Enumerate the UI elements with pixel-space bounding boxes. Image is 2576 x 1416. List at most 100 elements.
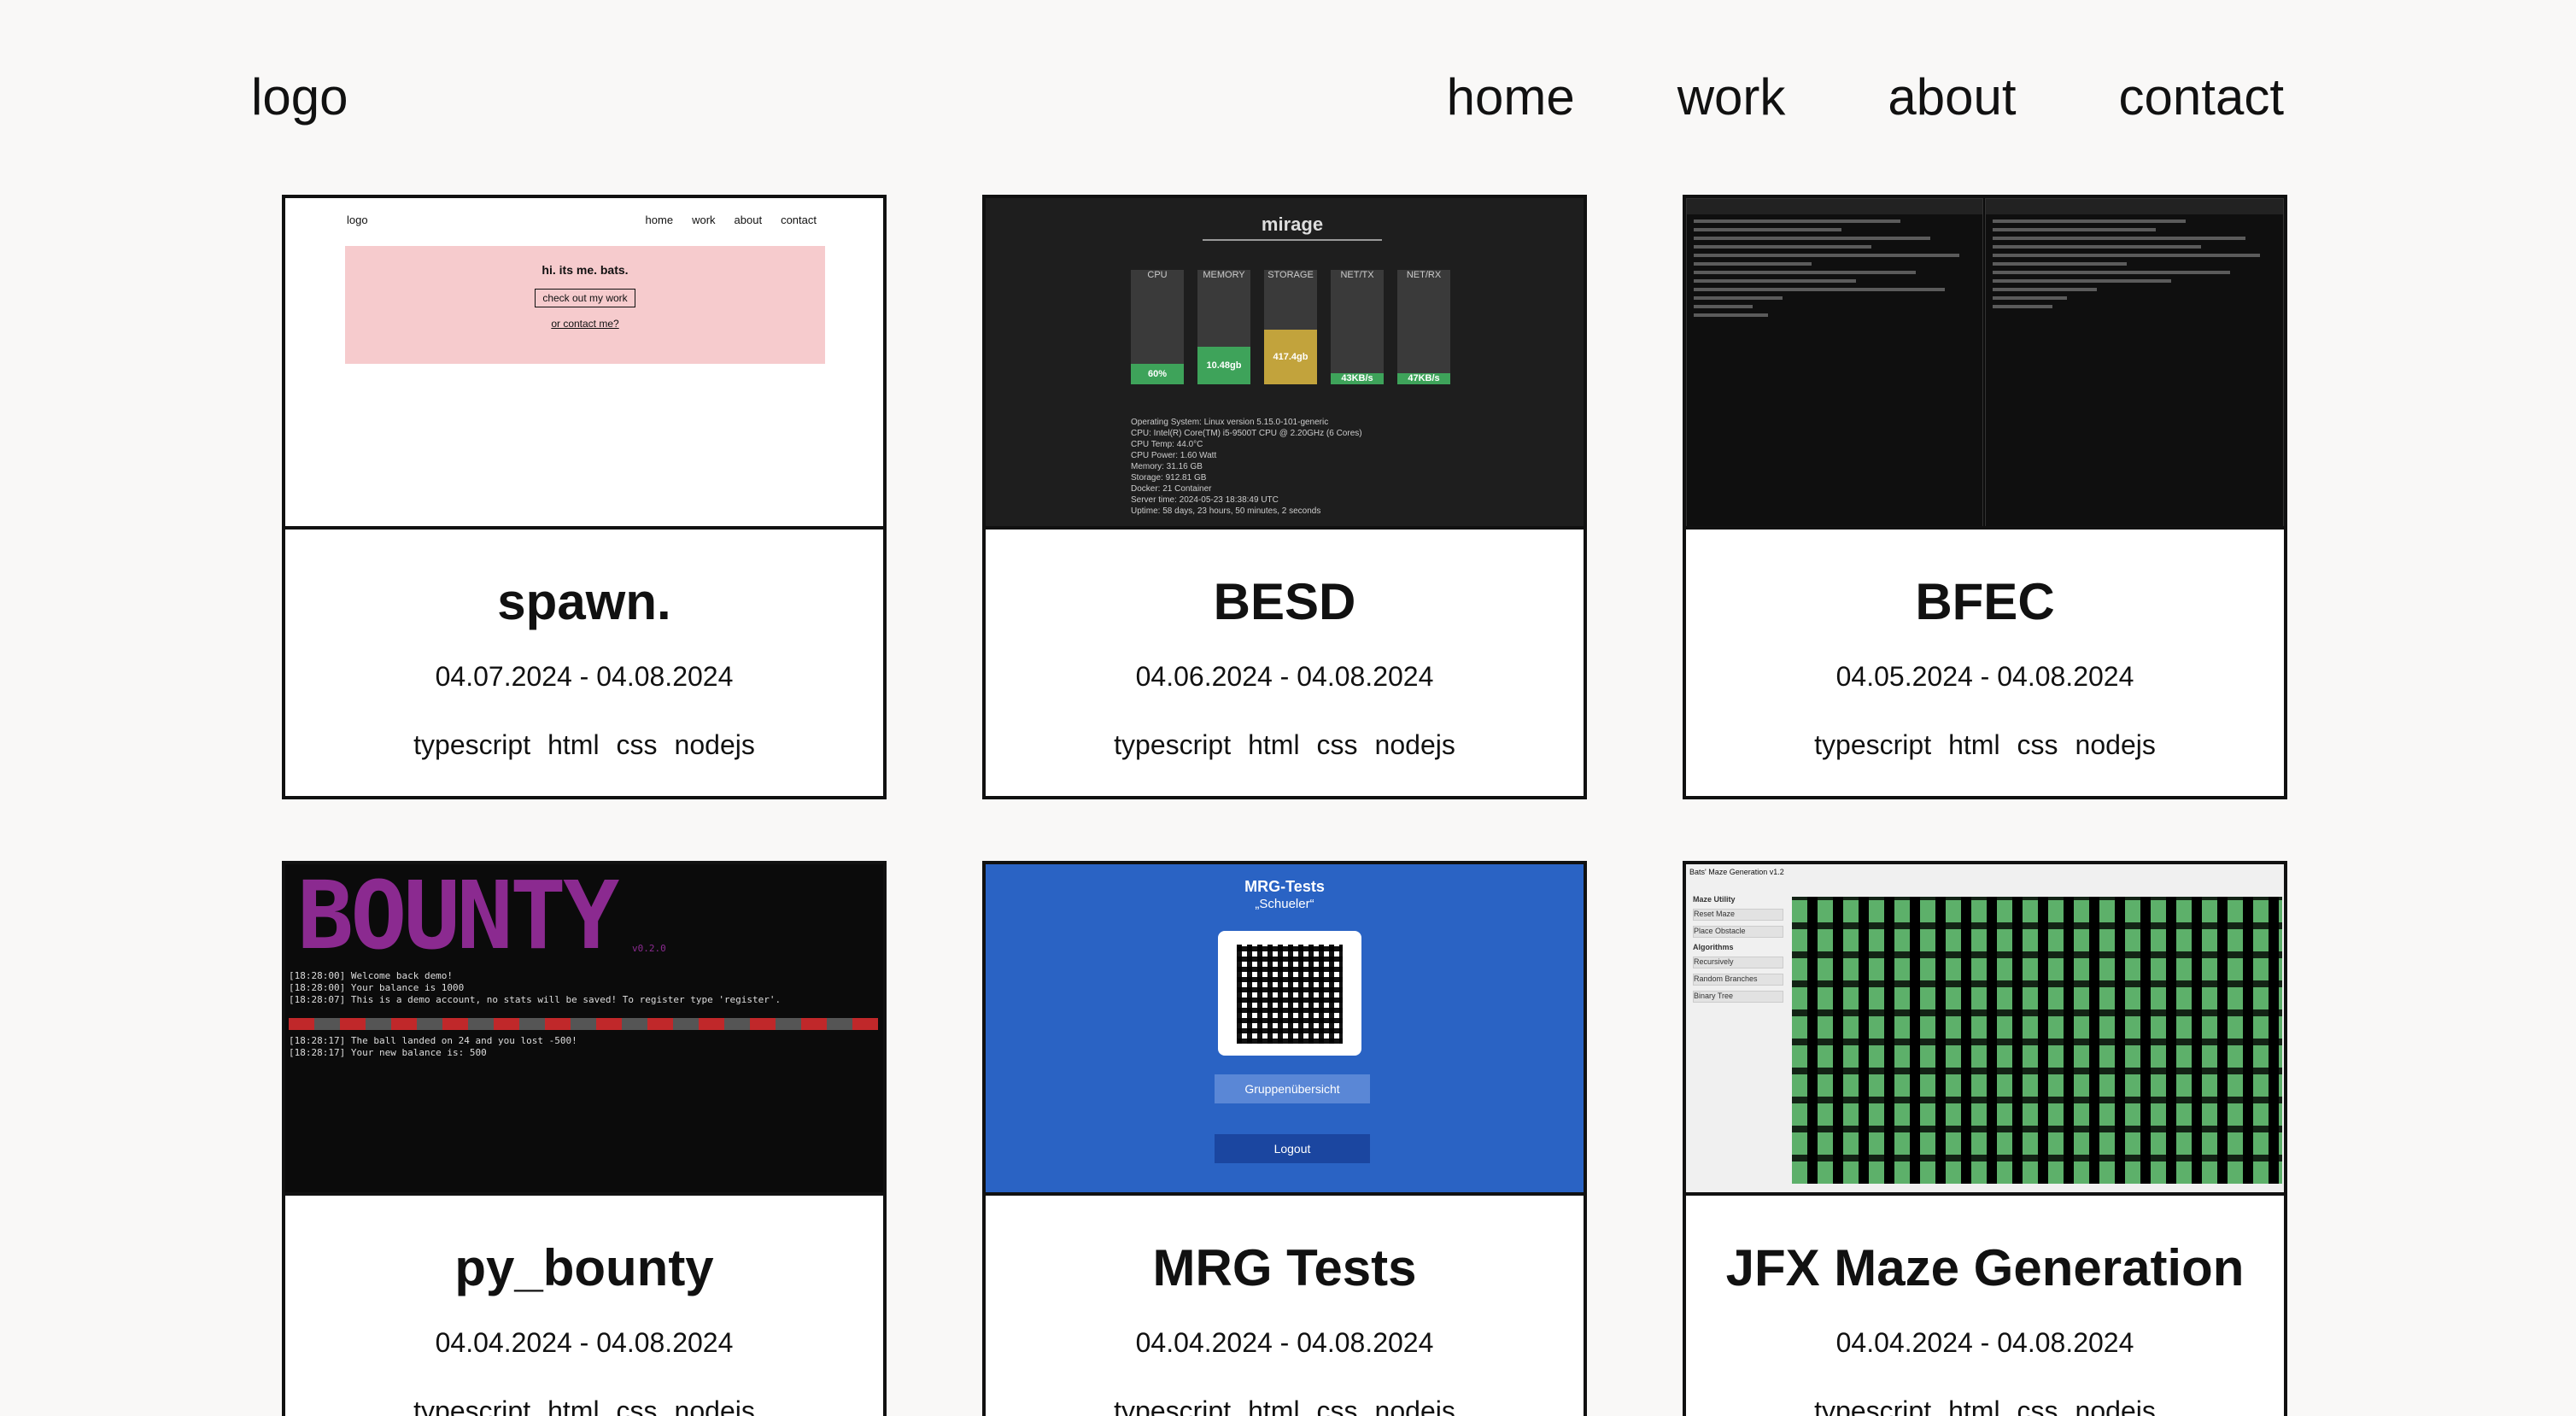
console-line: [18:28:00] Welcome back demo! (289, 970, 454, 981)
stat-value: 47KB/s (1408, 373, 1440, 383)
tag: nodejs (674, 1396, 755, 1416)
tag: nodejs (1374, 729, 1455, 760)
info-line: Uptime: 58 days, 23 hours, 50 minutes, 2… (1131, 506, 1321, 516)
preview-logo: logo (347, 214, 368, 226)
tag: html (1948, 729, 2000, 760)
tag: css (2017, 1396, 2058, 1416)
project-tags: typescript html css nodejs (986, 1394, 1584, 1416)
project-preview: Bats' Maze Generation v1.2 Maze Utility … (1686, 864, 2284, 1196)
project-title: BFEC (1915, 573, 2055, 630)
project-title: spawn. (497, 573, 671, 630)
sidebar-button: Recursively (1693, 957, 1783, 968)
stat-bar-net-tx: NET/TX 43KB/s (1331, 270, 1384, 384)
preview-subheading: „Schueler“ (1255, 897, 1314, 911)
project-card-mrg-tests[interactable]: MRG-Tests „Schueler“ Gruppenübersicht Lo… (982, 861, 1587, 1416)
project-card-bfec[interactable]: BFEC 04.05.2024 - 04.08.2024 typescript … (1683, 195, 2287, 799)
preview-group-button: Gruppenübersicht (1215, 1074, 1370, 1103)
project-preview: logo home work about contact hi. its me.… (285, 198, 883, 530)
project-card-py-bounty[interactable]: BOUNTY v0.2.0 [18:28:00] Welcome back de… (282, 861, 887, 1416)
project-card-jfx-maze[interactable]: Bats' Maze Generation v1.2 Maze Utility … (1683, 861, 2287, 1416)
console-line: [18:28:07] This is a demo account, no st… (289, 994, 782, 1005)
stat-fill: 10.48gb (1197, 347, 1250, 384)
stat-label: CPU (1147, 270, 1168, 280)
preview-hero: hi. its me. bats. check out my work or c… (345, 246, 825, 364)
preview-button: check out my work (535, 289, 635, 307)
console-line: [18:28:00] Your balance is 1000 (289, 982, 465, 993)
project-card-spawn[interactable]: logo home work about contact hi. its me.… (282, 195, 887, 799)
stat-label: MEMORY (1203, 270, 1245, 280)
tag: nodejs (2075, 1396, 2156, 1416)
tag: nodejs (1374, 1396, 1455, 1416)
project-preview: BOUNTY v0.2.0 [18:28:00] Welcome back de… (285, 864, 883, 1196)
tag: html (547, 1396, 600, 1416)
console-line: [18:28:17] Your new balance is: 500 (289, 1047, 487, 1058)
terminal-window (1686, 198, 1983, 526)
stat-value: 417.4gb (1273, 352, 1308, 362)
tag: typescript (1814, 1396, 1932, 1416)
project-preview: mirage CPU 60% MEMORY 10.48gb STORAGE 41… (986, 198, 1584, 530)
sidebar-button: Random Branches (1693, 974, 1783, 986)
nav-links: home work about contact (1447, 63, 2284, 132)
project-tags: typescript html css nodejs (1686, 1394, 2284, 1416)
tag: typescript (413, 729, 531, 760)
info-line: Server time: 2024-05-23 18:38:49 UTC (1131, 495, 1279, 505)
tag: nodejs (2075, 729, 2156, 760)
preview-nav-item: work (692, 214, 716, 226)
stat-fill: 47KB/s (1397, 373, 1450, 384)
project-preview: MRG-Tests „Schueler“ Gruppenübersicht Lo… (986, 864, 1584, 1196)
tag: html (547, 729, 600, 760)
tag: css (1316, 1396, 1358, 1416)
project-date: 04.07.2024 - 04.08.2024 (435, 661, 734, 692)
tag: typescript (1814, 729, 1932, 760)
sidebar-section: Maze Utility (1693, 895, 1736, 904)
project-title: MRG Tests (1152, 1239, 1417, 1296)
project-date: 04.04.2024 - 04.08.2024 (1835, 1327, 2134, 1358)
tag: css (616, 1396, 658, 1416)
stat-fill: 43KB/s (1331, 373, 1384, 384)
project-date: 04.06.2024 - 04.08.2024 (1135, 661, 1434, 692)
tag: typescript (1114, 729, 1232, 760)
info-line: CPU: Intel(R) Core(TM) i5-9500T CPU @ 2.… (1131, 429, 1362, 438)
preview-logout-button: Logout (1215, 1134, 1370, 1163)
stat-label: STORAGE (1268, 270, 1314, 280)
project-title: BESD (1213, 573, 1356, 630)
nav-link-work[interactable]: work (1677, 63, 1786, 132)
roulette-strip (289, 1018, 878, 1030)
info-line: Memory: 31.16 GB (1131, 462, 1203, 471)
maze-walls (1792, 897, 2282, 1184)
stat-label: NET/RX (1406, 270, 1442, 280)
tag: typescript (413, 1396, 531, 1416)
project-preview (1686, 198, 2284, 530)
system-info: Operating System: Linux version 5.15.0-1… (1131, 417, 1362, 517)
project-title: py_bounty (454, 1239, 714, 1296)
stat-bar-net-rx: NET/RX 47KB/s (1397, 270, 1450, 384)
tag: html (1248, 1396, 1300, 1416)
site-logo[interactable]: logo (251, 63, 348, 132)
console-output: [18:28:00] Welcome back demo! [18:28:00]… (289, 970, 781, 1006)
nav-link-contact[interactable]: contact (2119, 63, 2284, 132)
nav-link-about[interactable]: about (1888, 63, 2016, 132)
window-title: Bats' Maze Generation v1.2 (1689, 868, 1784, 876)
info-line: CPU Power: 1.60 Watt (1131, 451, 1217, 460)
tag: typescript (1114, 1396, 1232, 1416)
tag: html (1248, 729, 1300, 760)
qr-code-icon (1218, 931, 1361, 1056)
preview-header: mirage (1203, 214, 1382, 241)
stat-label: NET/TX (1340, 270, 1374, 280)
version-label: v0.2.0 (632, 943, 666, 954)
preview-nav: home work about contact (646, 214, 817, 226)
info-line: Storage: 912.81 GB (1131, 473, 1207, 483)
stat-bar-storage: STORAGE 417.4gb (1264, 270, 1317, 384)
top-nav: logo home work about contact (0, 0, 2576, 171)
project-tags: typescript html css nodejs (986, 728, 1584, 762)
project-date: 04.04.2024 - 04.08.2024 (1135, 1327, 1434, 1358)
info-line: Operating System: Linux version 5.15.0-1… (1131, 418, 1329, 427)
nav-link-home[interactable]: home (1447, 63, 1575, 132)
project-tags: typescript html css nodejs (285, 1394, 883, 1416)
preview-nav-item: about (734, 214, 763, 226)
project-card-besd[interactable]: mirage CPU 60% MEMORY 10.48gb STORAGE 41… (982, 195, 1587, 799)
project-date: 04.05.2024 - 04.08.2024 (1835, 661, 2134, 692)
tag: css (2017, 729, 2058, 760)
sidebar-button: Reset Maze (1693, 909, 1783, 921)
project-title: JFX Maze Generation (1725, 1239, 2245, 1296)
